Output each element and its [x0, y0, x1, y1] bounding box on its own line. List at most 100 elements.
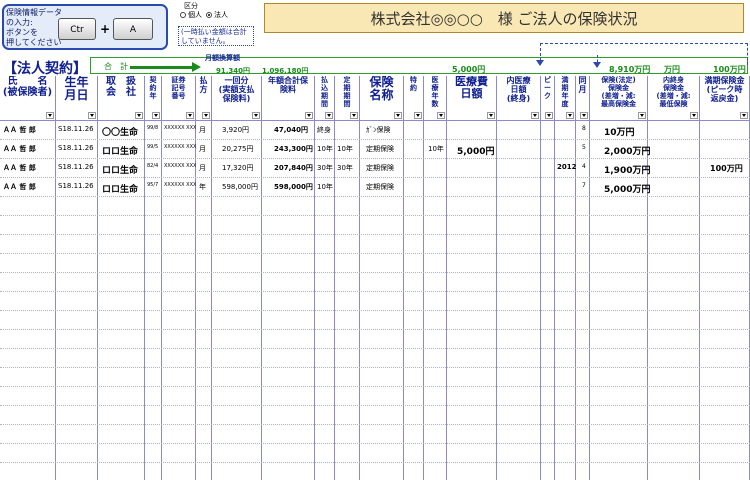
cell-birth[interactable]: S18.11.26 — [58, 125, 94, 133]
guide-arrow-down-icon — [536, 60, 544, 66]
table-row[interactable]: ＡＡ 哲 郎 S18.11.26 ロロ生命 82/4 XXXXXX XXX 月 17,320… — [0, 162, 750, 179]
cell-birth[interactable]: S18.11.26 — [58, 182, 94, 190]
cell-same_month[interactable]: 4 — [582, 163, 586, 170]
filter-dropdown-icon[interactable] — [437, 112, 445, 119]
cell-contract_year[interactable]: 99/8 — [147, 125, 158, 131]
radio-corporate[interactable]: 法人 — [206, 10, 228, 20]
cell-pay[interactable]: 年 — [199, 182, 206, 192]
filter-dropdown-icon[interactable] — [325, 112, 333, 119]
header-maturity_year-line: 度 — [561, 100, 569, 108]
filter-dropdown-icon[interactable] — [202, 112, 210, 119]
filter-dropdown-icon[interactable] — [394, 112, 402, 119]
cell-policy_no[interactable]: XXXXXX XXX — [164, 182, 196, 188]
cell-pay_period[interactable]: 10年 — [317, 144, 333, 154]
header-pay_period-line: 込 — [321, 84, 328, 92]
filter-dropdown-icon[interactable] — [414, 112, 422, 119]
filter-dropdown-icon[interactable] — [566, 112, 574, 119]
header-contract_year-line: 年 — [149, 92, 157, 100]
row-divider — [0, 310, 750, 311]
table-row[interactable]: ＡＡ 哲 郎 S18.11.26 ロロ生命 99/5 XXXXXX XXX 月 20,275… — [0, 143, 750, 160]
cell-term[interactable]: 30年 — [337, 163, 353, 173]
filter-dropdown-icon[interactable] — [46, 112, 54, 119]
filter-dropdown-icon[interactable] — [350, 112, 358, 119]
ctrl-key-button[interactable]: Ctr — [58, 18, 96, 40]
cell-policy_no[interactable]: XXXXXX XXX — [164, 163, 196, 169]
cell-per_payment[interactable]: 20,275円 — [222, 144, 254, 154]
cell-company[interactable]: ロロ生命 — [102, 163, 138, 176]
cell-same_month[interactable]: 5 — [582, 144, 586, 151]
cell-ins_name[interactable]: 定期保険 — [366, 182, 394, 192]
cell-term[interactable]: 10年 — [337, 144, 353, 154]
radio-individual-dot[interactable] — [180, 12, 186, 18]
cell-death_benefit[interactable]: 5,000万円 — [604, 182, 650, 195]
monthly-conversion-label: 月額換算額 — [205, 54, 240, 62]
cell-company[interactable]: 〇〇生命 — [102, 125, 138, 138]
header-same_month: 同月 — [576, 76, 590, 120]
cell-pay[interactable]: 月 — [199, 144, 206, 154]
cell-policy_no[interactable]: XXXXXX XXX — [164, 125, 196, 131]
cell-birth[interactable]: S18.11.26 — [58, 163, 94, 171]
cell-name[interactable]: ＡＡ 哲 郎 — [3, 125, 36, 135]
row-divider — [0, 291, 750, 292]
filter-dropdown-icon[interactable] — [580, 112, 588, 119]
cell-annual[interactable]: 47,040円 — [274, 125, 308, 135]
filter-dropdown-icon[interactable] — [545, 112, 553, 119]
filter-dropdown-icon[interactable] — [638, 112, 646, 119]
filter-dropdown-icon[interactable] — [186, 112, 194, 119]
cell-ins_name[interactable]: ｶﾞﾝ保険 — [366, 125, 391, 135]
cell-ins_name[interactable]: 定期保険 — [366, 144, 394, 154]
cell-company[interactable]: ロロ生命 — [102, 144, 138, 157]
radio-individual[interactable]: 個人 — [180, 10, 202, 20]
filter-dropdown-icon[interactable] — [487, 112, 495, 119]
cell-maturity_benefit[interactable]: 100万円 — [710, 163, 743, 174]
filter-dropdown-icon[interactable] — [690, 112, 698, 119]
cell-pay_period[interactable]: 10年 — [317, 182, 333, 192]
cell-medical_daily[interactable]: 5,000円 — [457, 144, 494, 157]
filter-dropdown-icon[interactable] — [305, 112, 313, 119]
cell-name[interactable]: ＡＡ 哲 郎 — [3, 182, 36, 192]
cell-maturity_year[interactable]: 2012 — [557, 163, 576, 171]
cell-per_payment[interactable]: 3,920円 — [222, 125, 249, 135]
a-key-button[interactable]: A — [113, 18, 153, 40]
row-divider — [0, 348, 750, 349]
cell-medical_years[interactable]: 10年 — [428, 144, 444, 154]
filter-dropdown-icon[interactable] — [88, 112, 96, 119]
cell-death_benefit[interactable]: 1,900万円 — [604, 163, 650, 176]
cell-death_benefit[interactable]: 2,000万円 — [604, 144, 650, 157]
cell-per_payment[interactable]: 598,000円 — [222, 182, 258, 192]
cell-birth[interactable]: S18.11.26 — [58, 144, 94, 152]
cell-ins_name[interactable]: 定期保険 — [366, 163, 394, 173]
cell-death_benefit[interactable]: 10万円 — [604, 125, 635, 138]
cell-contract_year[interactable]: 82/4 — [147, 163, 158, 169]
cell-same_month[interactable]: 7 — [582, 182, 586, 189]
radio-corporate-dot[interactable] — [206, 12, 212, 18]
medical-total-value: 5,000円 — [452, 65, 486, 74]
table-row[interactable]: ＡＡ 哲 郎 S18.11.26 〇〇生命 99/8 XXXXXX XXX 月 3,920円… — [0, 124, 750, 141]
cell-per_payment[interactable]: 17,320円 — [222, 163, 254, 173]
cell-annual[interactable]: 207,840円 — [274, 163, 313, 173]
cell-annual[interactable]: 598,000円 — [274, 182, 313, 192]
guide-dashed-line — [540, 43, 748, 44]
cell-contract_year[interactable]: 95/7 — [147, 182, 158, 188]
header-birth: 生年 月日 — [56, 76, 98, 120]
filter-dropdown-icon[interactable] — [252, 112, 260, 119]
cell-name[interactable]: ＡＡ 哲 郎 — [3, 163, 36, 173]
header-per_payment-line: (実額支払 — [218, 85, 255, 94]
cell-pay_period[interactable]: 終身 — [317, 125, 331, 135]
filter-dropdown-icon[interactable] — [152, 112, 160, 119]
cell-annual[interactable]: 243,300円 — [274, 144, 313, 154]
cell-name[interactable]: ＡＡ 哲 郎 — [3, 144, 36, 154]
cell-same_month[interactable]: 8 — [582, 125, 586, 132]
filter-dropdown-icon[interactable] — [531, 112, 539, 119]
header-medical_daily-line: 日額 — [460, 87, 483, 100]
cell-company[interactable]: ロロ生命 — [102, 182, 138, 195]
table-row[interactable]: ＡＡ 哲 郎 S18.11.26 ロロ生命 95/7 XXXXXX XXX 年 598,00… — [0, 181, 750, 198]
filter-dropdown-icon[interactable] — [740, 112, 748, 119]
cell-policy_no[interactable]: XXXXXX XXX — [164, 144, 196, 150]
filter-dropdown-icon[interactable] — [135, 112, 143, 119]
cell-pay[interactable]: 月 — [199, 163, 206, 173]
cell-pay_period[interactable]: 30年 — [317, 163, 333, 173]
guide-dashed-line-right — [747, 43, 748, 65]
cell-pay[interactable]: 月 — [199, 125, 206, 135]
cell-contract_year[interactable]: 99/5 — [147, 144, 158, 150]
